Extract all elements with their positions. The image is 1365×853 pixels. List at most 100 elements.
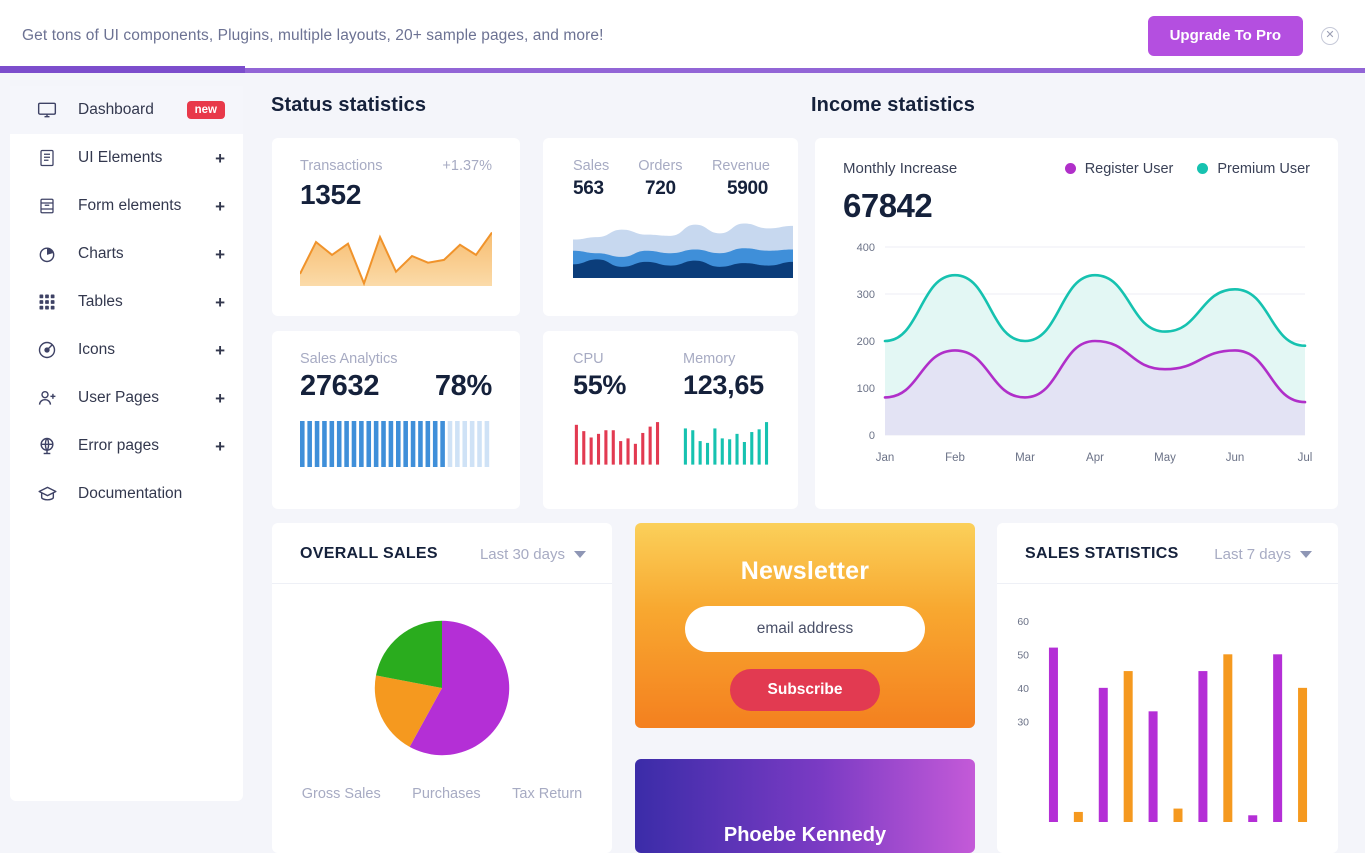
sidebar-item-documentation[interactable]: Documentation [10, 470, 243, 518]
book-icon [36, 483, 58, 505]
legend-dot-register-user [1065, 163, 1076, 174]
sidebar-item-label: Charts [78, 245, 215, 263]
sidebar-item-label: Error pages [78, 437, 215, 455]
pie-legend: Gross Sales Purchases Tax Return [272, 786, 612, 802]
overall-sales-card: OVERALL SALES Last 30 days Gross Sales P… [272, 523, 612, 853]
legend-label-register-user: Register User [1085, 161, 1174, 177]
sales-statistics-header: SALES STATISTICS Last 7 days [997, 523, 1338, 584]
sidebar-item-user-pages[interactable]: User Pages+ [10, 374, 243, 422]
close-circle-icon[interactable]: ✕ [1321, 27, 1339, 45]
plus-icon[interactable]: + [215, 294, 225, 311]
svg-text:100: 100 [857, 383, 875, 395]
revenue-label: Revenue [712, 158, 770, 174]
subscribe-button[interactable]: Subscribe [730, 669, 880, 711]
sidebar-nav-list: DashboardnewUI Elements+Form elements+Ch… [10, 86, 243, 518]
transactions-card: Transactions +1.37% 1352 [272, 138, 520, 316]
sidebar-item-error-pages[interactable]: Error pages+ [10, 422, 243, 470]
plus-icon[interactable]: + [215, 390, 225, 407]
svg-text:Jul: Jul [1298, 452, 1313, 464]
newsletter-card: Newsletter Subscribe [635, 523, 975, 728]
plus-icon[interactable]: + [215, 342, 225, 359]
sidebar-item-form-elements[interactable]: Form elements+ [10, 182, 243, 230]
orders-label: Orders [638, 158, 686, 174]
plus-icon[interactable]: + [215, 150, 225, 167]
svg-text:400: 400 [857, 242, 875, 254]
svg-text:60: 60 [1017, 616, 1029, 628]
newsletter-title: Newsletter [741, 557, 869, 586]
sidebar-item-label: Tables [78, 293, 215, 311]
promo-banner: Get tons of UI components, Plugins, mult… [0, 0, 1365, 72]
chevron-down-icon [574, 551, 586, 558]
sidebar-item-label: Dashboard [78, 101, 187, 119]
plus-icon[interactable]: + [215, 438, 225, 455]
upgrade-to-pro-button[interactable]: Upgrade To Pro [1148, 16, 1303, 56]
svg-text:Apr: Apr [1086, 452, 1104, 464]
svg-text:30: 30 [1017, 716, 1029, 728]
plus-icon[interactable]: + [215, 198, 225, 215]
chevron-down-icon [1300, 551, 1312, 558]
overall-sales-filter[interactable]: Last 30 days [480, 546, 586, 563]
income-statistics-area-chart: 0100200300400JanFebMarAprMayJunJul [843, 237, 1313, 477]
compass-icon [36, 339, 58, 361]
promo-progress-fill [0, 66, 245, 73]
sidebar-item-tables[interactable]: Tables+ [10, 278, 243, 326]
svg-text:0: 0 [869, 430, 875, 442]
sales-orders-stream-chart [573, 216, 793, 278]
overall-sales-header: OVERALL SALES Last 30 days [272, 523, 612, 584]
legend-item-premium-user[interactable]: Premium User [1197, 161, 1310, 177]
sidebar-item-badge: new [187, 101, 225, 119]
sidebar-item-charts[interactable]: Charts+ [10, 230, 243, 278]
svg-text:Jun: Jun [1226, 452, 1245, 464]
sales-analytics-label: Sales Analytics [300, 351, 492, 367]
plus-icon[interactable]: + [215, 246, 225, 263]
svg-text:May: May [1154, 452, 1176, 464]
profile-card: Phoebe Kennedy [635, 759, 975, 853]
monitor-icon [36, 99, 58, 121]
sidebar-item-ui-elements[interactable]: UI Elements+ [10, 134, 243, 182]
sales-statistics-filter-label: Last 7 days [1214, 546, 1291, 563]
memory-bar-chart [682, 419, 771, 465]
cpu-memory-card: CPU Memory 55% 123,65 [543, 331, 798, 509]
orders-value: 720 [645, 178, 701, 200]
user-add-icon [36, 387, 58, 409]
svg-text:40: 40 [1017, 683, 1029, 695]
profile-name: Phoebe Kennedy [724, 824, 886, 847]
income-statistics-card: Monthly Increase Register User Premium U… [815, 138, 1338, 509]
sales-statistics-title: SALES STATISTICS [1025, 545, 1179, 563]
sidebar-item-label: User Pages [78, 389, 215, 407]
monthly-increase-label: Monthly Increase [843, 160, 957, 177]
income-chart-legend: Register User Premium User [1065, 161, 1310, 177]
status-statistics-title: Status statistics [271, 94, 426, 117]
layers-icon [36, 147, 58, 169]
sales-statistics-bar-chart: 30 40 50 60 [997, 592, 1327, 842]
legend-item-register-user[interactable]: Register User [1065, 161, 1174, 177]
cpu-label: CPU [573, 351, 683, 367]
svg-text:Jan: Jan [876, 452, 895, 464]
cpu-value: 55% [573, 370, 683, 401]
sales-statistics-card: SALES STATISTICS Last 7 days 30 40 50 60 [997, 523, 1338, 853]
sidebar-item-dashboard[interactable]: Dashboardnew [10, 86, 243, 134]
newsletter-email-input[interactable] [685, 606, 925, 652]
transactions-value: 1352 [300, 179, 492, 211]
sales-analytics-value: 27632 [300, 370, 379, 403]
svg-text:50: 50 [1017, 649, 1029, 661]
transactions-label: Transactions [300, 158, 382, 174]
overall-sales-title: OVERALL SALES [300, 545, 438, 563]
sidebar-item-label: Documentation [78, 485, 225, 503]
sidebar-item-icons[interactable]: Icons+ [10, 326, 243, 374]
sales-analytics-percent: 78% [435, 370, 492, 403]
sidebar-item-label: Form elements [78, 197, 215, 215]
sales-statistics-filter[interactable]: Last 7 days [1214, 546, 1312, 563]
sales-value: 563 [573, 178, 619, 200]
main-content: Status statistics Income statistics Tran… [253, 86, 1365, 801]
sidebar-item-label: UI Elements [78, 149, 215, 167]
overall-sales-pie-chart [362, 608, 522, 768]
pie-label-tax-return: Tax Return [512, 786, 582, 802]
revenue-value: 5900 [727, 178, 768, 200]
sidebar-item-label: Icons [78, 341, 215, 359]
pie-label-gross-sales: Gross Sales [302, 786, 381, 802]
svg-text:300: 300 [857, 289, 875, 301]
promo-text: Get tons of UI components, Plugins, mult… [22, 27, 1148, 45]
pie-label-purchases: Purchases [412, 786, 481, 802]
income-value: 67842 [843, 187, 1310, 225]
